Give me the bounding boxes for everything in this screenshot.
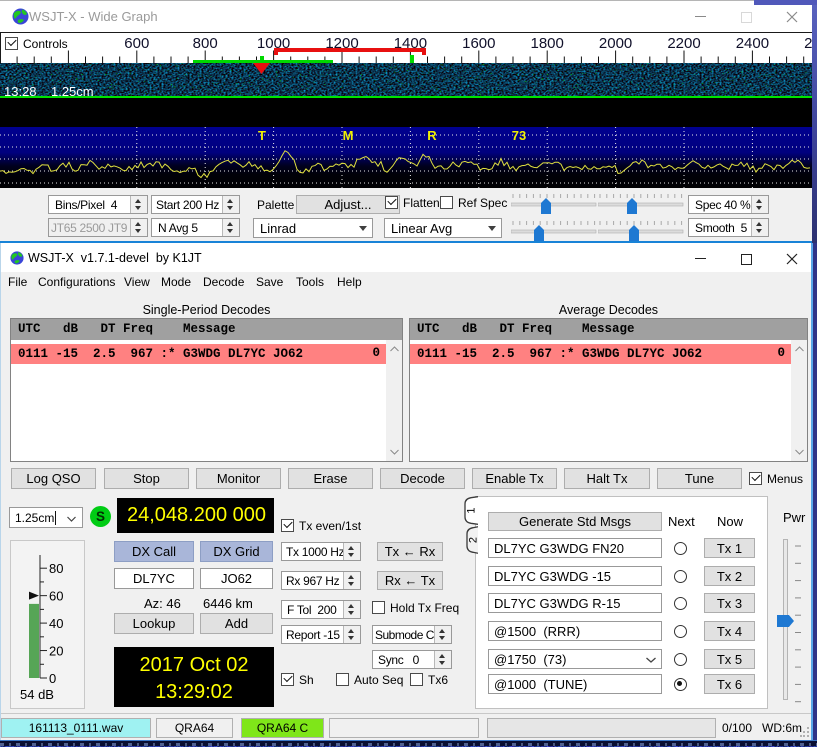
svg-text:40: 40 bbox=[49, 616, 63, 631]
svg-text:1: 1 bbox=[465, 507, 477, 513]
svg-text:0: 0 bbox=[49, 671, 56, 686]
svg-text:R: R bbox=[427, 128, 437, 143]
svg-text:2: 2 bbox=[467, 537, 478, 543]
svg-text:M: M bbox=[343, 128, 354, 143]
svg-text:T: T bbox=[258, 128, 266, 143]
svg-text:20: 20 bbox=[49, 644, 63, 659]
svg-text:80: 80 bbox=[49, 561, 63, 576]
svg-text:60: 60 bbox=[49, 589, 63, 604]
svg-text:73: 73 bbox=[512, 128, 526, 143]
